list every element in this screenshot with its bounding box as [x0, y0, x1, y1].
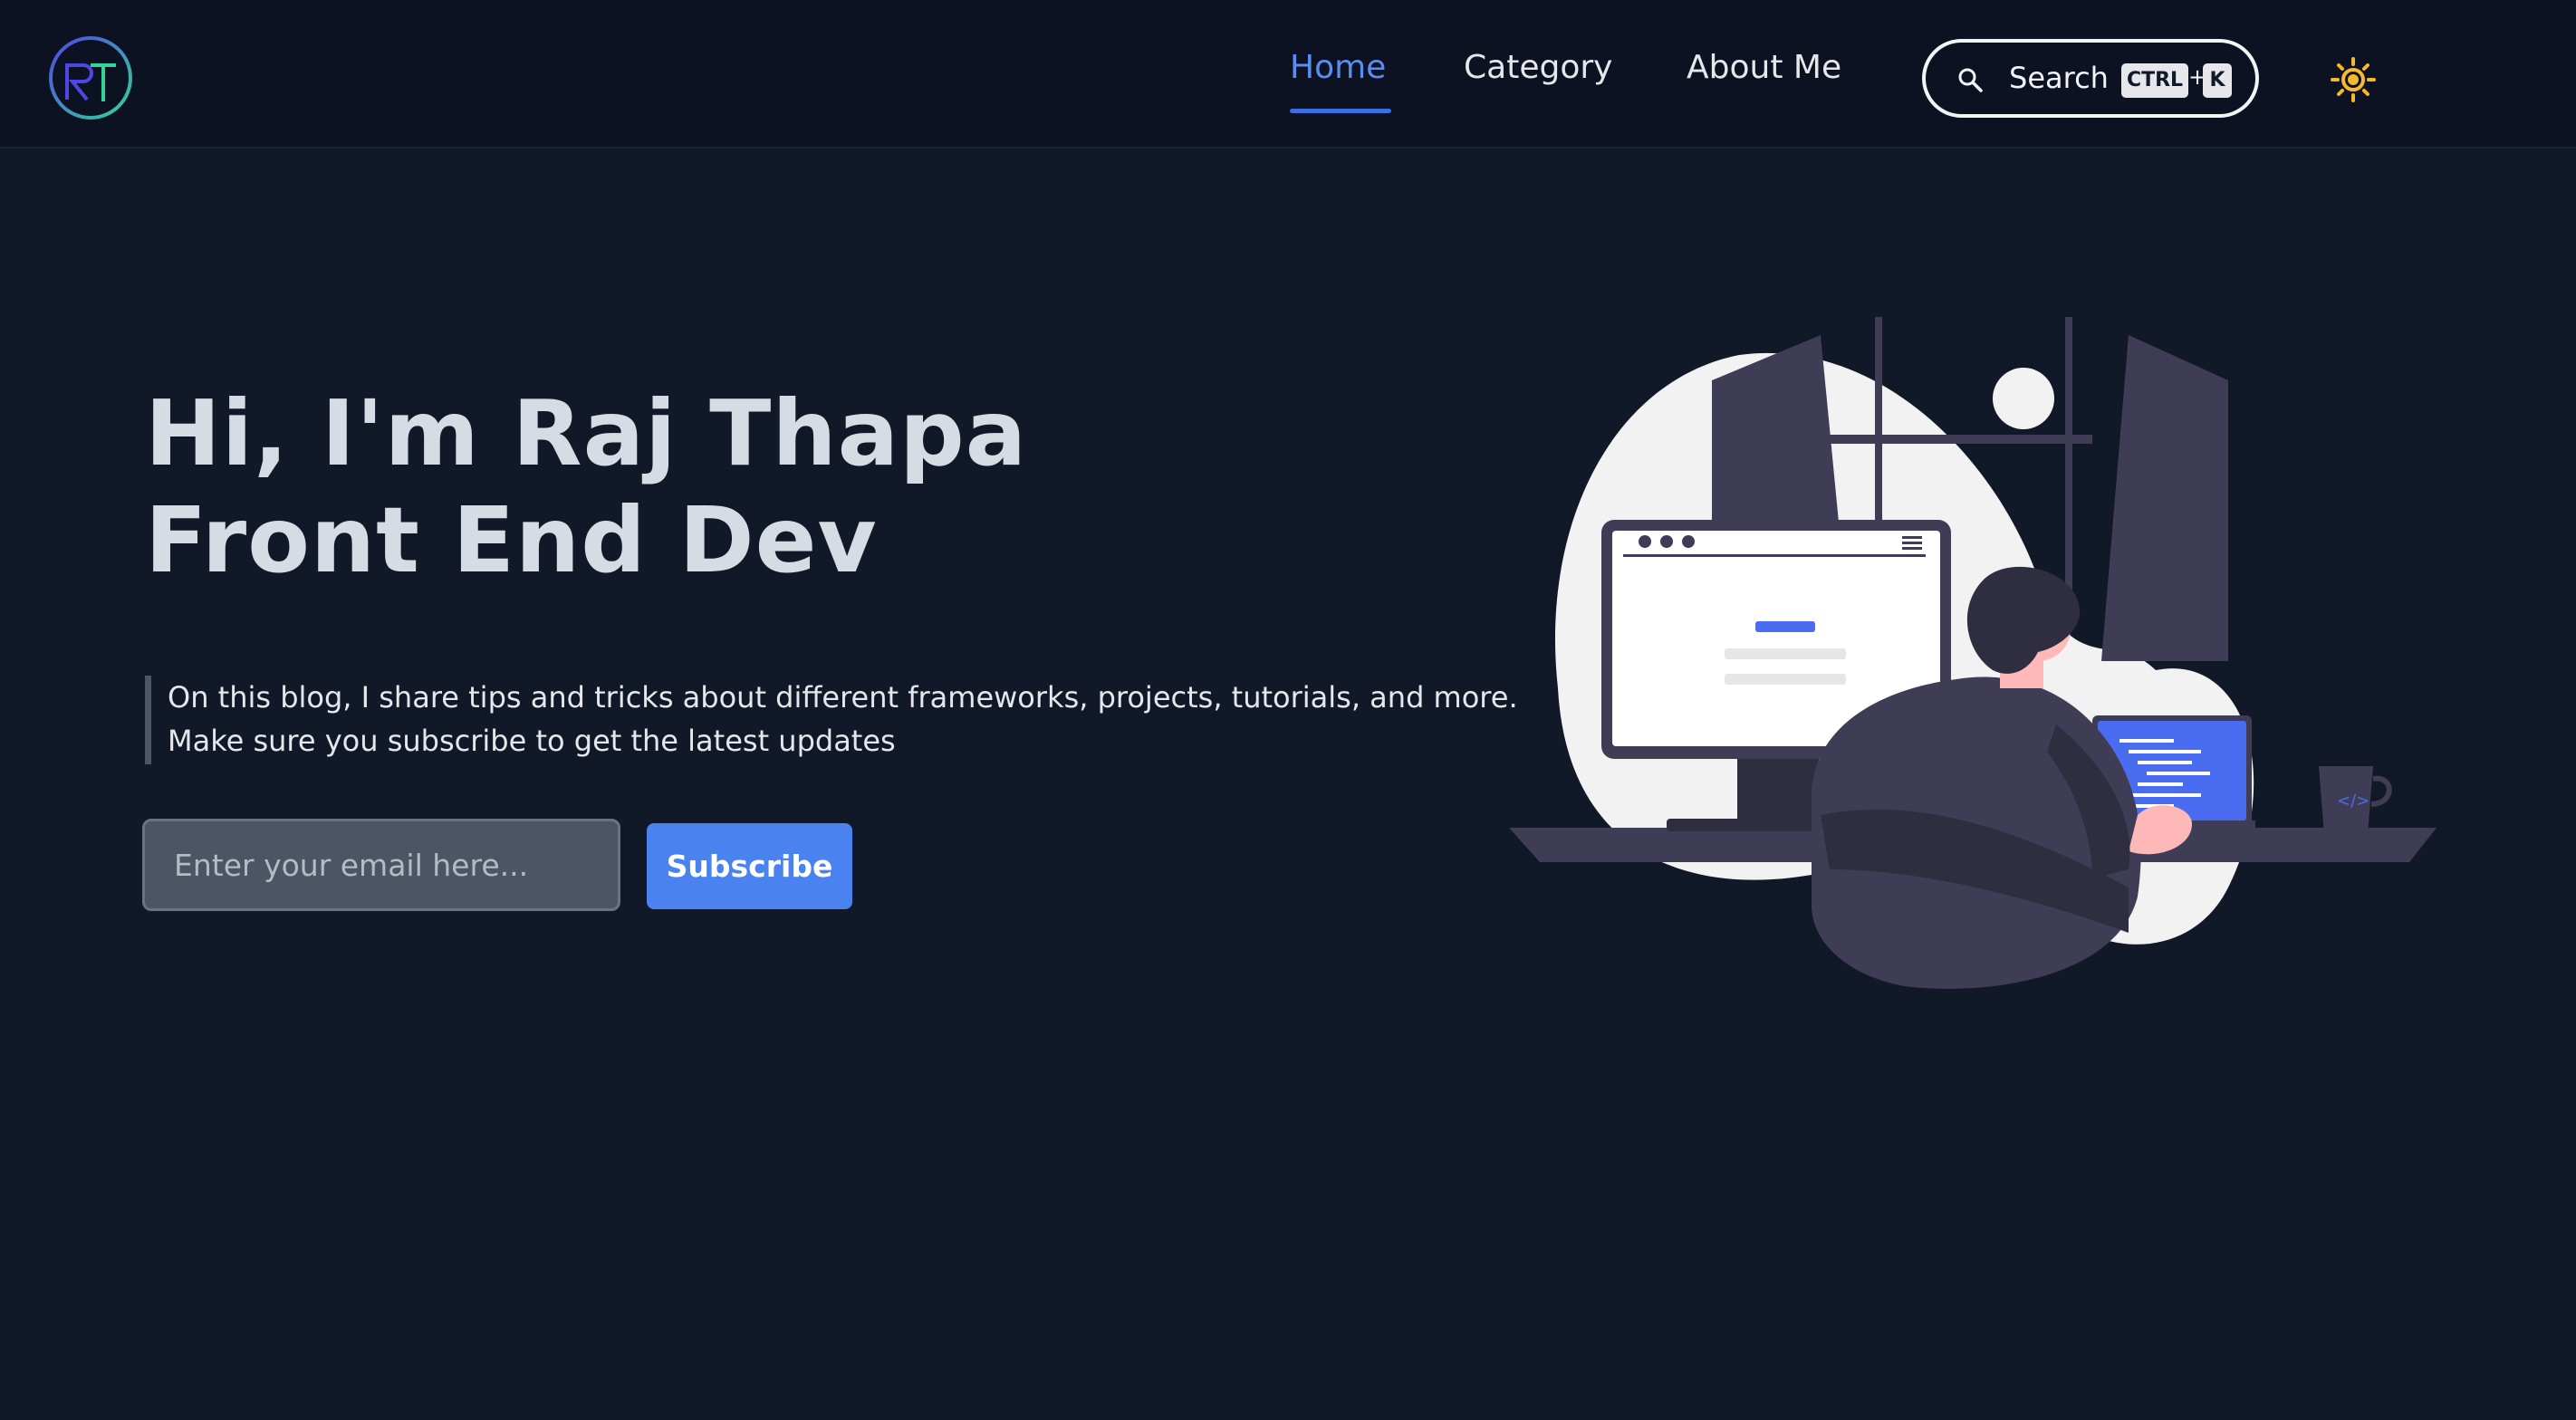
nav-category[interactable]: Category [1464, 49, 1612, 86]
developer-illustration: </> [1509, 317, 2437, 989]
search-icon [1958, 68, 1983, 92]
sun-icon[interactable] [2330, 56, 2377, 103]
intro-line2: Make sure you subscribe to get the lates… [168, 724, 896, 758]
hero-title: Hi, I'm Raj Thapa Front End Dev [145, 380, 1027, 594]
subscribe-button[interactable]: Subscribe [647, 823, 852, 909]
hero-title-line2: Front End Dev [145, 487, 878, 593]
svg-text:</>: </> [2337, 792, 2369, 811]
search-button[interactable]: Search CTRL + K [1922, 39, 2259, 118]
shortcut-key-ctrl: CTRL [2121, 63, 2188, 98]
intro-blockquote: On this blog, I share tips and tricks ab… [145, 676, 1518, 764]
intro-line1: On this blog, I share tips and tricks ab… [168, 680, 1518, 715]
nav-home[interactable]: Home [1290, 49, 1386, 86]
hero-title-line1: Hi, I'm Raj Thapa [145, 380, 1028, 486]
nav-active-indicator [1290, 109, 1391, 113]
shortcut-key-k: K [2203, 63, 2232, 98]
nav-about-me[interactable]: About Me [1687, 49, 1841, 86]
search-label: Search [2009, 61, 2109, 95]
rt-logo[interactable] [47, 34, 134, 121]
email-input[interactable] [142, 819, 620, 911]
site-header: Home Category About Me Search CTRL + K [0, 0, 2576, 149]
